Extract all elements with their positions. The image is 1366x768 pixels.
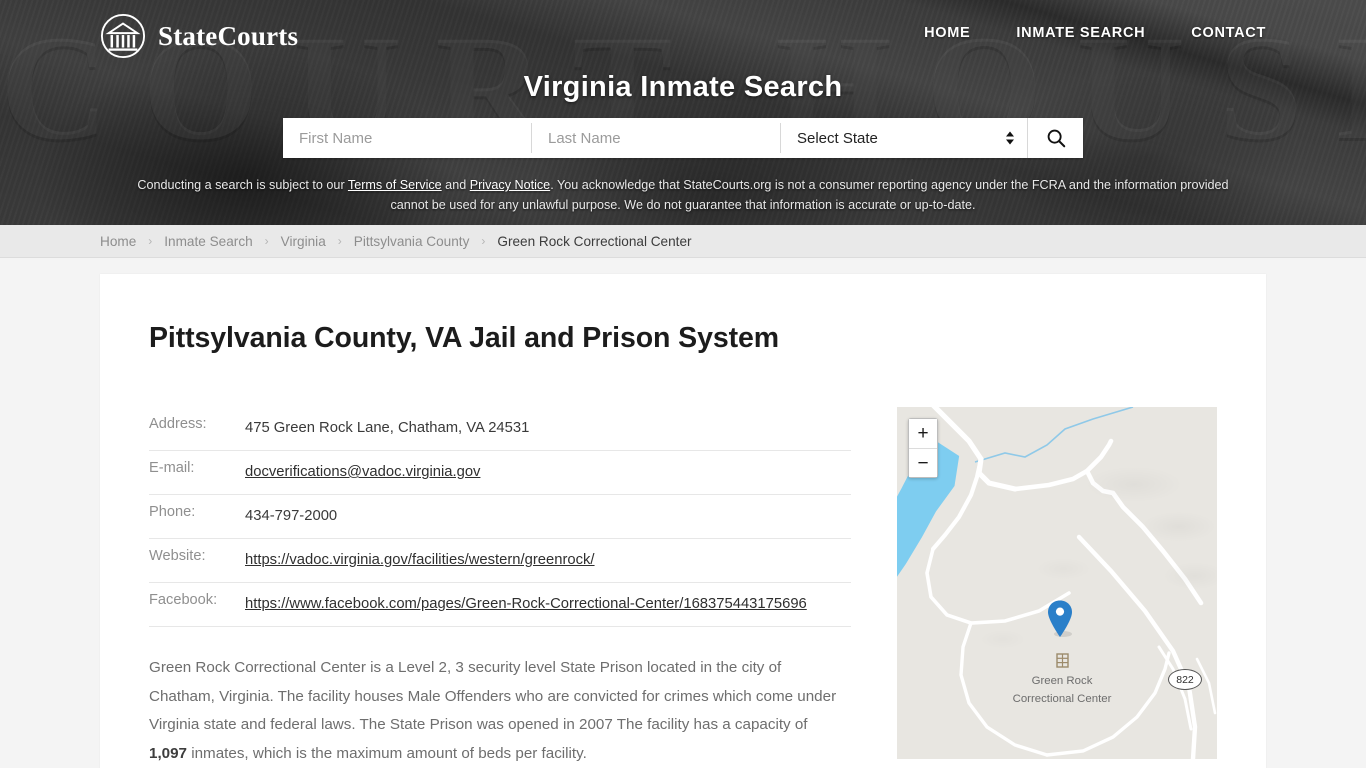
brand-logo-link[interactable]: StateCourts [100, 13, 298, 59]
nav-inmate-search[interactable]: INMATE SEARCH [1016, 25, 1145, 41]
facility-info-table: Address: 475 Green Rock Lane, Chatham, V… [149, 407, 851, 627]
page-body: Pittsylvania County, VA Jail and Prison … [0, 258, 1366, 768]
map-zoom-out-button[interactable]: − [909, 448, 937, 477]
search-icon [1047, 129, 1065, 148]
disclaimer-part-2: and [441, 178, 470, 192]
nav-home[interactable]: HOME [924, 25, 970, 41]
site-header: COURT HOUSE StateCourts HOME INMATE SEAR… [0, 0, 1366, 225]
breadcrumb-separator-icon: › [337, 234, 342, 248]
description-part-b: inmates, which is the maximum amount of … [187, 744, 587, 762]
breadcrumb-item-pittsylvania-county[interactable]: Pittsylvania County [354, 234, 470, 249]
last-name-input[interactable] [532, 118, 780, 158]
facility-details-column: Address: 475 Green Rock Lane, Chatham, V… [149, 407, 851, 768]
table-row: Facebook: https://www.facebook.com/pages… [149, 583, 851, 627]
content-card: Pittsylvania County, VA Jail and Prison … [100, 274, 1266, 768]
courthouse-logo-icon [100, 13, 146, 59]
breadcrumb-separator-icon: › [264, 234, 269, 248]
map-terrain-shading [897, 407, 1217, 759]
map-poi: Green Rock Correctional Center [987, 653, 1137, 706]
breadcrumb-item-inmate-search[interactable]: Inmate Search [164, 234, 252, 249]
facility-description: Green Rock Correctional Center is a Leve… [149, 654, 839, 768]
info-label-phone: Phone: [149, 504, 196, 520]
breadcrumb-item-virginia[interactable]: Virginia [281, 234, 326, 249]
main-navigation: HOME INMATE SEARCH CONTACT [924, 25, 1266, 41]
breadcrumb-separator-icon: › [481, 234, 486, 248]
table-row: E-mail: docverifications@vadoc.virginia.… [149, 451, 851, 495]
privacy-notice-link[interactable]: Privacy Notice [470, 178, 550, 192]
info-value-email: docverifications@vadoc.virginia.gov [237, 451, 851, 495]
first-name-input[interactable] [283, 118, 531, 158]
page-title: Virginia Inmate Search [523, 71, 843, 103]
info-value-website: https://vadoc.virginia.gov/facilities/we… [237, 539, 851, 583]
info-value-facebook: https://www.facebook.com/pages/Green-Roc… [237, 583, 851, 627]
building-icon [987, 653, 1137, 671]
breadcrumb-item-current: Green Rock Correctional Center [497, 233, 692, 249]
info-label-email: E-mail: [149, 460, 195, 476]
table-row: Address: 475 Green Rock Lane, Chatham, V… [149, 407, 851, 451]
content-title: Pittsylvania County, VA Jail and Prison … [149, 322, 779, 354]
breadcrumb-item-home[interactable]: Home [100, 234, 136, 249]
info-label-website: Website: [149, 548, 206, 564]
info-label-address: Address: [149, 416, 207, 432]
email-link[interactable]: docverifications@vadoc.virginia.gov [245, 464, 480, 480]
terms-of-service-link[interactable]: Terms of Service [348, 178, 442, 192]
brand-name: StateCourts [158, 20, 299, 51]
map-poi-label-line1: Green Rock [1031, 675, 1093, 687]
content-columns: Address: 475 Green Rock Lane, Chatham, V… [149, 407, 1217, 768]
disclaimer-part-1: Conducting a search is subject to our [137, 178, 348, 192]
breadcrumb: Home › Inmate Search › Virginia › Pittsy… [100, 234, 692, 249]
facility-location-map[interactable]: + − Green Rock Correctional Center 822 [897, 407, 1217, 759]
map-route-shield: 822 [1168, 669, 1202, 690]
search-submit-button[interactable] [1027, 118, 1083, 158]
breadcrumb-bar: Home › Inmate Search › Virginia › Pittsy… [0, 225, 1366, 258]
map-zoom-controls: + − [908, 418, 938, 478]
breadcrumb-separator-icon: › [148, 234, 153, 248]
website-link[interactable]: https://vadoc.virginia.gov/facilities/we… [245, 552, 595, 568]
table-row: Phone: 434-797-2000 [149, 495, 851, 539]
info-label-facebook: Facebook: [149, 592, 218, 608]
table-row: Website: https://vadoc.virginia.gov/faci… [149, 539, 851, 583]
description-capacity: 1,097 [149, 744, 188, 762]
description-part-a: Green Rock Correctional Center is a Leve… [149, 659, 837, 733]
nav-contact[interactable]: CONTACT [1191, 25, 1266, 41]
info-value-phone: 434-797-2000 [245, 508, 338, 524]
map-poi-label-line2: Correctional Center [1012, 692, 1112, 705]
info-value-address: 475 Green Rock Lane, Chatham, VA 24531 [245, 420, 530, 436]
map-pin-icon[interactable] [1046, 600, 1074, 638]
facebook-link[interactable]: https://www.facebook.com/pages/Green-Roc… [245, 596, 807, 612]
inmate-search-form: Select State [283, 118, 1083, 158]
map-zoom-in-button[interactable]: + [909, 419, 937, 448]
state-select-wrapper: Select State [781, 118, 1027, 158]
search-disclaimer: Conducting a search is subject to our Te… [128, 175, 1238, 215]
state-select[interactable]: Select State [781, 118, 1027, 158]
